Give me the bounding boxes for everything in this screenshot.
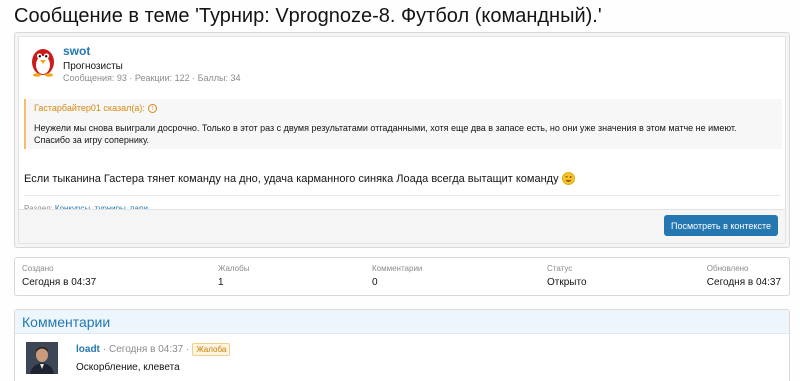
comment-meta: loadt · Сегодня в 04:37 · Жалоба [76, 343, 231, 356]
view-in-context-button[interactable]: Посмотреть в контексте [663, 215, 778, 236]
stat-value: Сегодня в 04:37 [706, 277, 781, 288]
comment-author-link[interactable]: loadt [76, 344, 100, 355]
stat-label: Обновлено [706, 264, 749, 273]
divider [24, 195, 780, 196]
quote-author[interactable]: Гастарбайтер01 сказал(а): [34, 103, 145, 113]
quote-block: Гастарбайтер01 сказал(а): ↑ Неужели мы с… [24, 99, 782, 149]
user-title: Прогнозисты [63, 61, 123, 72]
stat-created: Создано Сегодня в 04:37 [22, 264, 96, 288]
comments-title: Комментарии [15, 310, 789, 334]
quote-arrow-icon[interactable]: ↑ [147, 103, 157, 113]
wink-smiley-icon [561, 172, 575, 185]
stat-label: Комментарии [372, 264, 423, 273]
user-stats: Сообщения: 93 · Реакции: 122 · Баллы: 34 [63, 73, 241, 83]
report-stats: Создано Сегодня в 04:37 Жалобы 1 Коммент… [14, 257, 790, 296]
comment-text: Оскорбление, клевета [76, 362, 180, 373]
stat-updated: Обновлено Сегодня в 04:37 [707, 264, 781, 288]
stat-label: Жалобы [218, 264, 250, 273]
message-text: Если тыканина Гастера тянет команду на д… [24, 172, 559, 185]
user-photo-avatar[interactable] [26, 342, 58, 374]
quote-text: Неужели мы снова выиграли досрочно. Толь… [34, 123, 737, 145]
message-footer: Посмотреть в контексте [19, 209, 785, 243]
message-body: Если тыканина Гастера тянет команду на д… [24, 172, 575, 185]
comment-time: · Сегодня в 04:37 · [102, 344, 190, 355]
quote-header[interactable]: Гастарбайтер01 сказал(а): ↑ [34, 103, 157, 113]
stat-label: Статус [547, 264, 573, 273]
stat-value: 1 [218, 277, 224, 288]
stat-value: Открыто [547, 277, 587, 288]
report-badge: Жалоба [192, 343, 231, 356]
stat-status: Статус Открыто [547, 264, 587, 288]
message-card: swot Прогнозисты Сообщения: 93 · Реакции… [18, 36, 786, 244]
stat-reports: Жалобы 1 [218, 264, 249, 288]
page-title: Сообщение в теме 'Турнир: Vprognoze-8. Ф… [14, 5, 602, 27]
penguin-avatar[interactable] [27, 45, 59, 77]
post-author-link[interactable]: swot [63, 44, 90, 58]
stat-value: Сегодня в 04:37 [22, 277, 97, 288]
stat-comments: Комментарии 0 [372, 264, 422, 288]
report-message-block: swot Прогнозисты Сообщения: 93 · Реакции… [14, 32, 790, 248]
stat-label: Создано [22, 264, 54, 273]
comments-block: Комментарии loadt · Сегодня в 04:37 · Жа… [14, 309, 790, 381]
stat-value: 0 [372, 277, 378, 288]
